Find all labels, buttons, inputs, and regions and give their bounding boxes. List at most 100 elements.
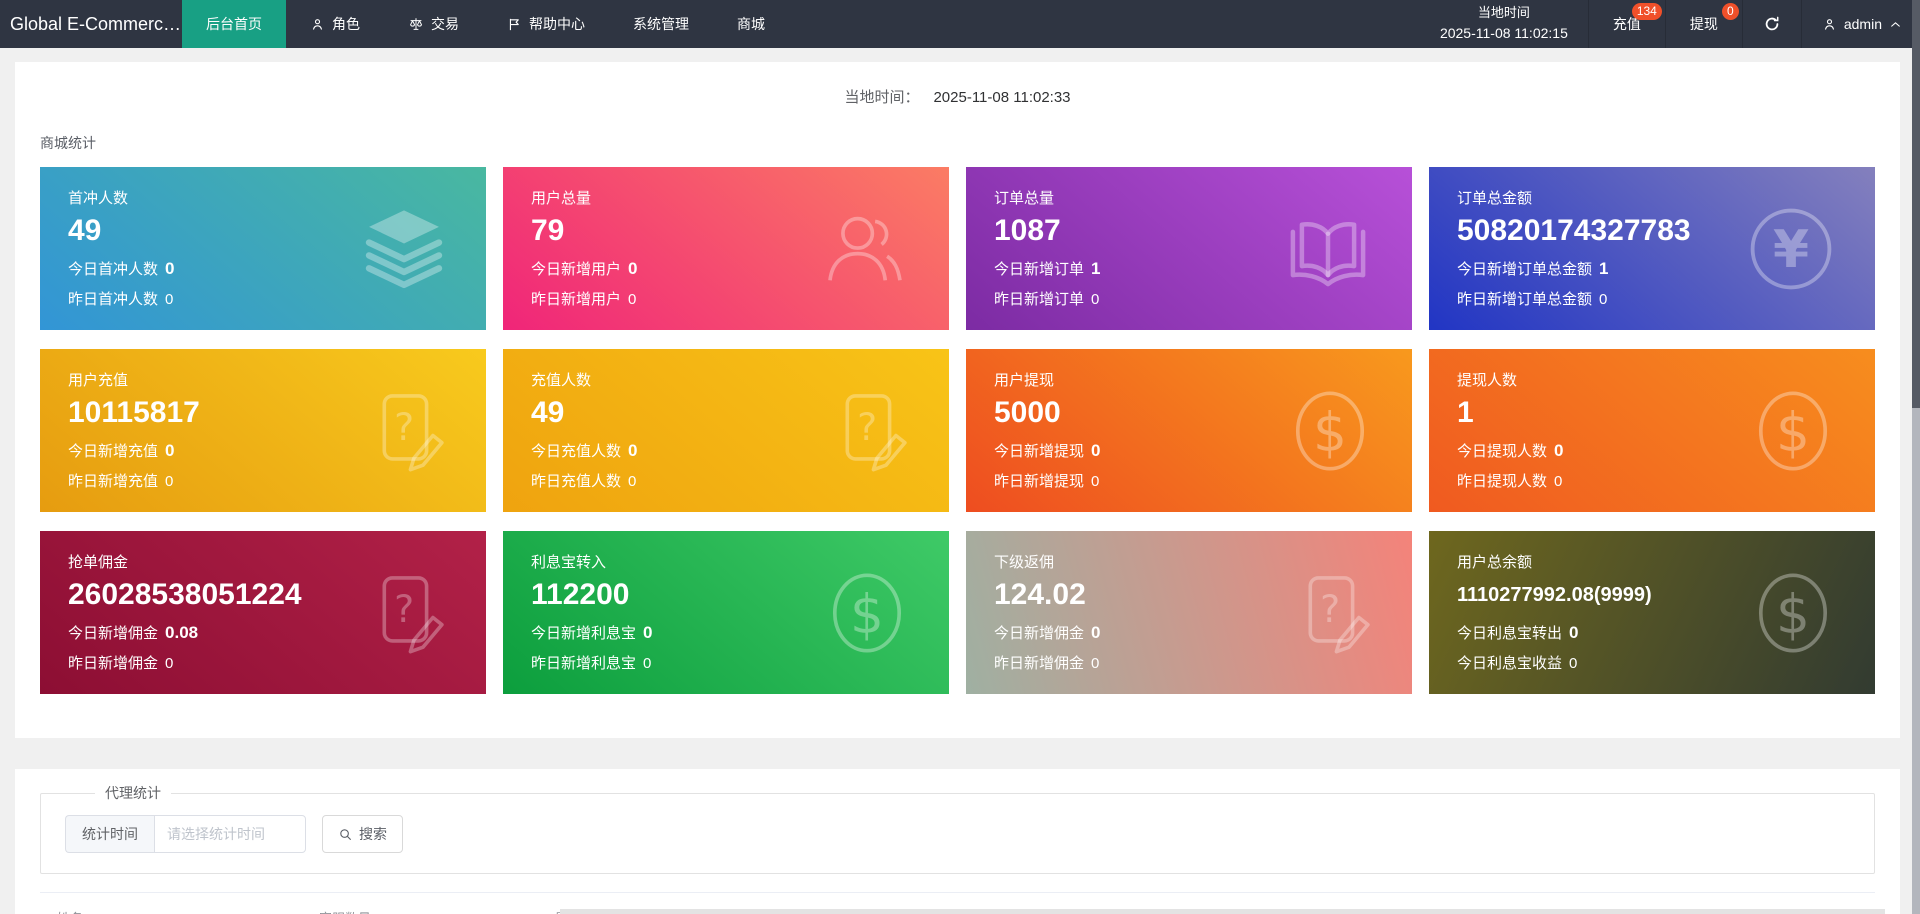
stat-card-yesterday-value: 0	[1554, 473, 1563, 490]
stat-card-yesterday-value: 0	[1091, 655, 1100, 672]
svg-text:$: $	[1313, 400, 1347, 463]
nav-item-label: 角色	[332, 16, 360, 32]
stat-card-today-label: 今日新增充值	[68, 443, 159, 460]
search-button-label: 搜索	[359, 826, 387, 842]
nav-item-0[interactable]: 后台首页	[182, 0, 286, 48]
withdraw-badge: 0	[1721, 3, 1739, 20]
vertical-scrollbar[interactable]	[1912, 0, 1920, 914]
svg-text:?: ?	[857, 405, 877, 449]
agent-stats-fieldset: 代理统计 统计时间 搜索	[40, 783, 1875, 874]
nav-item-label: 帮助中心	[529, 16, 585, 32]
user-menu[interactable]: admin	[1800, 0, 1920, 48]
dollar-circle-icon: $	[1747, 383, 1839, 479]
stat-card-yesterday-label: 昨日新增订单总金额	[1457, 291, 1593, 308]
stat-card: 下级返佣 124.02 今日新增佣金 0 昨日新增佣金 0 ?	[966, 531, 1412, 694]
doc-edit-icon: ?	[1286, 568, 1376, 658]
stat-card: 首冲人数 49 今日首冲人数 0 昨日首冲人数 0	[40, 167, 486, 330]
stat-card-today-label: 今日新增提现	[994, 443, 1085, 460]
stat-card-today-value: 0	[628, 259, 638, 278]
nav-item-5[interactable]: 商城	[713, 0, 789, 48]
stat-card-yesterday-label: 昨日新增佣金	[994, 655, 1085, 672]
app-logo[interactable]: Global E-Commerce...	[0, 0, 182, 48]
stat-card: 用户提现 5000 今日新增提现 0 昨日新增提现 0 $	[966, 349, 1412, 512]
withdraw-link[interactable]: 提现 0	[1664, 0, 1742, 48]
scrollbar-thumb[interactable]	[1912, 0, 1920, 408]
nav-item-2[interactable]: 交易	[384, 0, 483, 48]
local-time-label: 当地时间	[1477, 5, 1530, 21]
stat-card-today-value: 0.08	[165, 623, 199, 642]
stat-card-today-label: 今日新增佣金	[994, 625, 1085, 642]
stat-card-yesterday-label: 昨日首冲人数	[68, 291, 159, 308]
stat-card-today-value: 0	[1091, 441, 1101, 460]
book-icon	[1280, 204, 1376, 294]
chevron-up-icon	[1889, 18, 1902, 31]
table-header-1: 客服数量	[302, 892, 538, 914]
topbar-nav: 后台首页 角色 交易 帮助中心 系统管理 商城	[182, 0, 789, 48]
stat-card-yesterday-label: 昨日新增用户	[531, 291, 622, 308]
user-icon	[1822, 17, 1837, 32]
stat-card-yesterday-value: 0	[1091, 291, 1100, 308]
stat-card-today-value: 0	[643, 623, 653, 642]
stat-card-today-label: 今日新增利息宝	[531, 625, 637, 642]
stat-card-yesterday-label: 昨日提现人数	[1457, 473, 1548, 490]
stat-card-today-label: 今日新增订单总金额	[1457, 261, 1593, 278]
nav-item-4[interactable]: 系统管理	[609, 0, 713, 48]
stat-time-label: 统计时间	[65, 815, 154, 853]
time-row-value: 2025-11-08 11:02:33	[933, 89, 1071, 106]
stat-card-today-label: 今日新增用户	[531, 261, 622, 278]
stat-card-yesterday-value: 0	[165, 655, 174, 672]
nav-item-label: 交易	[431, 16, 459, 32]
agent-stats-legend: 代理统计	[105, 785, 161, 801]
stat-card-yesterday-label: 昨日新增订单	[994, 291, 1085, 308]
nav-item-label: 系统管理	[633, 16, 689, 32]
stat-time-input[interactable]	[154, 815, 306, 853]
stat-card-yesterday-value: 0	[1091, 473, 1100, 490]
stat-card-yesterday-label: 昨日新增佣金	[68, 655, 159, 672]
users-icon	[817, 203, 913, 295]
local-time-value: 2025-11-08 11:02:15	[1439, 25, 1568, 42]
svg-text:?: ?	[394, 587, 414, 631]
dollar-circle-icon: $	[1747, 565, 1839, 661]
stat-card-yesterday-value: 0	[165, 291, 174, 308]
recharge-link[interactable]: 充值 134	[1587, 0, 1665, 48]
dollar-circle-icon: $	[1284, 383, 1376, 479]
stat-card-today-value: 0	[1569, 623, 1579, 642]
svg-text:?: ?	[1320, 587, 1340, 631]
agent-stats-panel: 代理统计 统计时间 搜索	[15, 769, 1900, 914]
topbar-right: 当地时间 2025-11-08 11:02:15 充值 134 提现 0 adm…	[1420, 0, 1920, 48]
svg-text:$: $	[850, 582, 884, 645]
nav-item-3[interactable]: 帮助中心	[483, 0, 609, 48]
stat-card-today-value: 0	[165, 441, 175, 460]
yen-circle-icon: ¥	[1743, 201, 1839, 297]
stat-card-yesterday-value: 0	[643, 655, 652, 672]
stat-card-today-value: 1	[1599, 259, 1609, 278]
section-title-mall-stats: 商城统计	[40, 135, 96, 151]
stat-card-yesterday-label: 昨日新增充值	[68, 473, 159, 490]
search-icon	[338, 827, 353, 842]
stat-card-today-value: 0	[1554, 441, 1564, 460]
stat-card-today-label: 今日新增佣金	[68, 625, 159, 642]
mall-stats-panel: 当地时间： 2025-11-08 11:02:33 商城统计 首冲人数 49 今日…	[15, 62, 1900, 738]
layers-icon	[358, 203, 450, 295]
stat-card: 用户总量 79 今日新增用户 0 昨日新增用户 0	[503, 167, 949, 330]
stat-card-today-label: 今日充值人数	[531, 443, 622, 460]
username: admin	[1843, 16, 1882, 32]
stat-card: 抢单佣金 26028538051224 今日新增佣金 0.08 昨日新增佣金 0 ?	[40, 531, 486, 694]
refresh-button[interactable]	[1741, 0, 1801, 48]
stat-card-yesterday-value: 0	[628, 291, 637, 308]
nav-item-label: 后台首页	[206, 16, 262, 32]
nav-item-label: 商城	[737, 16, 765, 32]
stat-cards-grid: 首冲人数 49 今日首冲人数 0 昨日首冲人数 0 用户总量 79 今日新增用户 0 …	[40, 167, 1875, 694]
person-icon	[310, 17, 325, 32]
svg-text:$: $	[1776, 400, 1810, 463]
stat-card: 订单总金额 50820174327783 今日新增订单总金额 1 昨日新增订单总金…	[1429, 167, 1875, 330]
nav-item-1[interactable]: 角色	[286, 0, 384, 48]
topbar: Global E-Commerce... 后台首页 角色 交易 帮助中心 系统管…	[0, 0, 1920, 48]
stat-card-today-value: 0	[628, 441, 638, 460]
stat-card-yesterday-value: 0	[165, 473, 174, 490]
search-button[interactable]: 搜索	[322, 815, 403, 853]
agent-filter-row: 统计时间 搜索	[65, 815, 1850, 853]
stat-card-today-value: 0	[1091, 623, 1101, 642]
stat-card: 充值人数 49 今日充值人数 0 昨日充值人数 0 ?	[503, 349, 949, 512]
horizontal-scrollbar[interactable]	[560, 909, 1885, 914]
